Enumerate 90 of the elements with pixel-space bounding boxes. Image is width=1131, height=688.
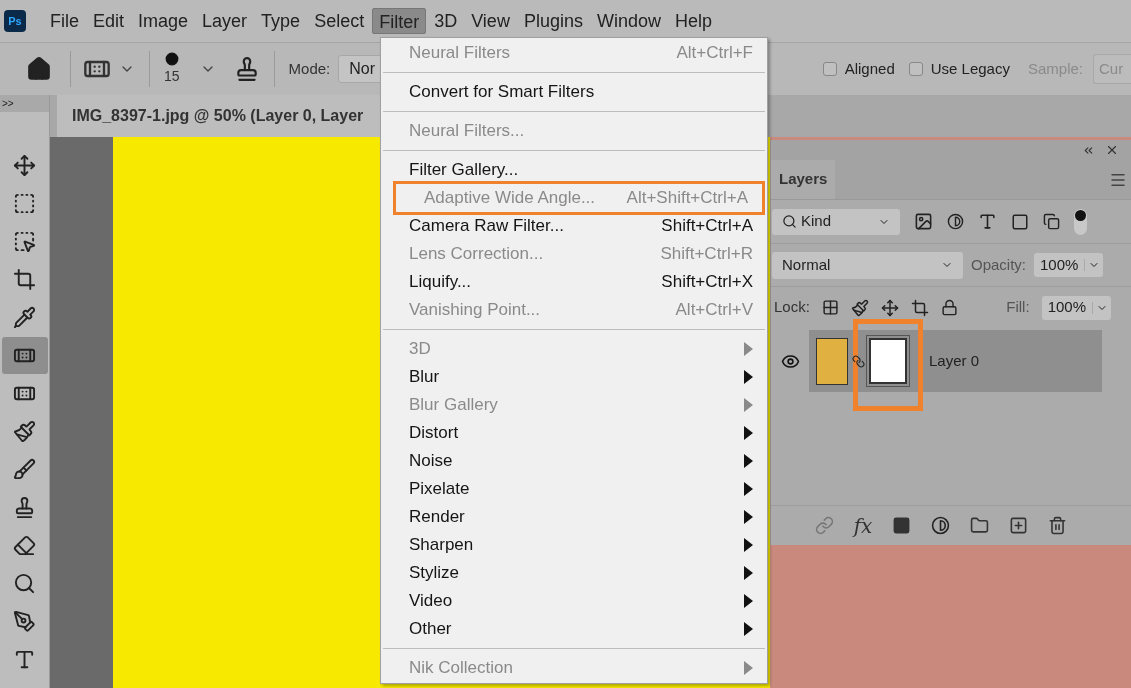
half-circle-icon[interactable] xyxy=(947,213,964,230)
type-icon[interactable] xyxy=(978,212,997,231)
submenu-arrow-icon xyxy=(744,342,753,356)
eraser-icon xyxy=(13,534,36,557)
menu-title[interactable]: Edit xyxy=(87,8,131,34)
fill-label: Fill: xyxy=(1006,297,1030,318)
submenu-arrow-icon xyxy=(744,454,753,468)
move-icon[interactable] xyxy=(880,298,899,317)
opacity-label: Opacity: xyxy=(971,254,1027,275)
menu-item[interactable]: Stylize xyxy=(381,559,767,587)
layer-row[interactable]: Layer 0 xyxy=(809,330,1102,392)
submenu-arrow-icon xyxy=(744,370,753,384)
folder-icon[interactable] xyxy=(970,516,990,535)
home-icon[interactable] xyxy=(26,56,52,82)
brush-size: 15 xyxy=(164,66,180,86)
checkerboard-icon[interactable] xyxy=(821,299,839,316)
tool-button[interactable] xyxy=(1,337,48,374)
selection-pointer-icon xyxy=(13,230,36,253)
menu-title[interactable]: Image xyxy=(132,8,195,34)
filter-dropdown[interactable]: Kind xyxy=(772,208,900,235)
brush-icon xyxy=(13,420,36,443)
half-circle-icon[interactable] xyxy=(931,516,951,535)
menu-item[interactable]: Filter Gallery... xyxy=(381,156,767,184)
panel-tab[interactable]: Layers xyxy=(771,160,836,199)
new-layer-icon[interactable] xyxy=(1009,516,1029,535)
chain-link-icon[interactable] xyxy=(852,354,865,368)
app-logo: Ps xyxy=(4,10,26,32)
crop-icon xyxy=(13,268,36,291)
menu-item[interactable]: Sharpen xyxy=(381,531,767,559)
menu-title[interactable]: Layer xyxy=(196,8,254,34)
menu-title[interactable]: Window xyxy=(590,8,667,34)
menu-item[interactable]: Pixelate xyxy=(381,475,767,503)
lock-label: Lock: xyxy=(774,297,810,318)
menu-title[interactable]: File xyxy=(44,8,85,34)
menu-title[interactable]: Filter xyxy=(372,8,427,34)
menu-title[interactable]: View xyxy=(465,8,516,34)
eyedropper-icon xyxy=(13,306,36,329)
checkbox-label: Aligned xyxy=(844,58,895,79)
mode-label: Mode: xyxy=(288,58,331,79)
image-icon[interactable] xyxy=(914,212,933,231)
brush-icon[interactable] xyxy=(850,298,869,317)
checkbox-label: Use Legacy xyxy=(930,58,1010,79)
submenu-arrow-icon xyxy=(744,566,753,580)
blend-mode-dropdown[interactable]: Normal xyxy=(772,251,963,279)
menu-title[interactable]: Type xyxy=(255,8,307,34)
brush-dot-icon[interactable] xyxy=(164,51,179,66)
menu-title[interactable]: Plugins xyxy=(517,8,589,34)
close-icon[interactable] xyxy=(1105,143,1119,157)
expand-toggle[interactable]: >> xyxy=(2,98,14,109)
menu-title[interactable]: Select xyxy=(308,8,371,34)
layer-name[interactable]: Layer 0 xyxy=(929,349,980,373)
menu-item[interactable]: Blur xyxy=(381,363,767,391)
filter-toggle[interactable] xyxy=(1074,208,1087,235)
menu-item[interactable]: Distort xyxy=(381,419,767,447)
menu-item[interactable]: Video xyxy=(381,587,767,615)
dashed-rectangle-icon xyxy=(13,192,36,215)
submenu-arrow-icon xyxy=(744,661,753,675)
shape-icon[interactable] xyxy=(1011,212,1029,231)
submenu-arrow-icon xyxy=(744,622,753,636)
mask-icon[interactable] xyxy=(892,516,912,535)
menu-item[interactable]: Noise xyxy=(381,447,767,475)
menu-item[interactable]: Render xyxy=(381,503,767,531)
fill-field[interactable]: 100% xyxy=(1041,295,1111,320)
fx-icon[interactable]: fx xyxy=(853,510,873,541)
checkbox[interactable] xyxy=(822,62,837,76)
smart-object-icon[interactable] xyxy=(1043,213,1060,230)
crop-icon[interactable] xyxy=(910,298,929,317)
stamp-icon xyxy=(13,496,36,519)
opacity-field[interactable]: 100% xyxy=(1034,253,1104,277)
submenu-arrow-icon xyxy=(744,426,753,440)
menu-item[interactable]: Liquify... Shift+Ctrl+X xyxy=(381,268,767,296)
menu-item[interactable]: Camera Raw Filter... Shift+Ctrl+A xyxy=(381,212,767,240)
checkbox[interactable] xyxy=(908,62,923,76)
submenu-arrow-icon xyxy=(744,482,753,496)
search-icon xyxy=(782,214,797,229)
trash-icon[interactable] xyxy=(1048,516,1068,535)
lock-icon[interactable] xyxy=(940,299,958,316)
submenu-arrow-icon xyxy=(744,510,753,524)
type-icon xyxy=(13,648,36,671)
move-icon xyxy=(13,154,36,177)
submenu-arrow-icon xyxy=(744,594,753,608)
menu-title[interactable]: 3D xyxy=(428,8,464,34)
menu-title[interactable]: Help xyxy=(668,8,718,34)
menu-item[interactable]: Other xyxy=(381,615,767,643)
mask-thumbnail[interactable] xyxy=(869,338,907,384)
photo-thumbnail xyxy=(816,337,848,385)
submenu-arrow-icon xyxy=(744,398,753,412)
pen-icon xyxy=(13,610,36,633)
brush-icon xyxy=(13,458,36,481)
submenu-arrow-icon xyxy=(744,538,753,552)
